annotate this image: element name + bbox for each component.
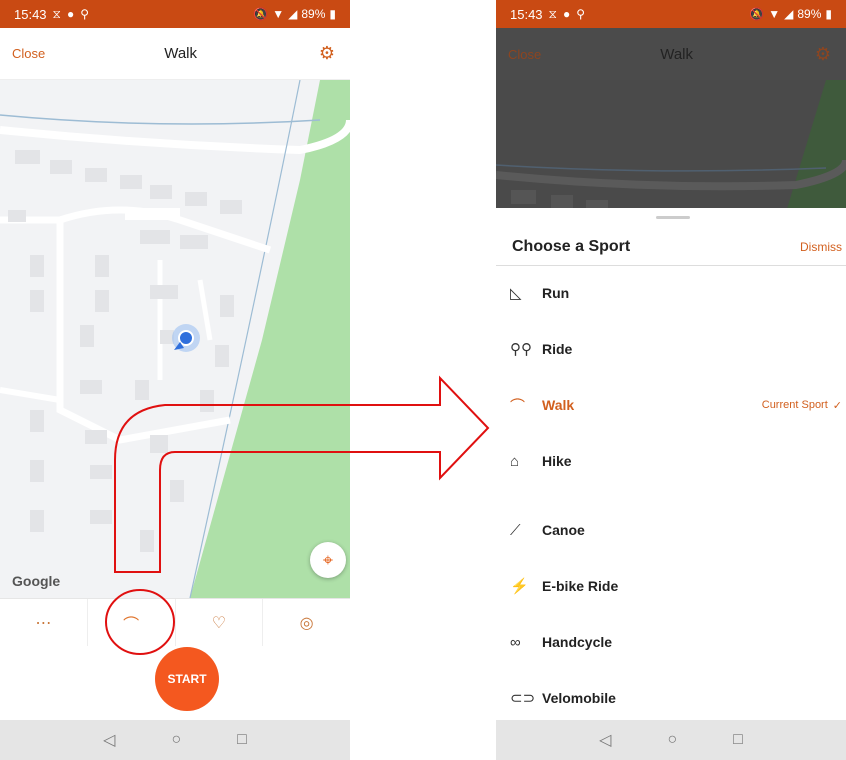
checkmark-icon: ✓ [832, 399, 842, 412]
sport-title: Walk [164, 45, 198, 62]
heart-rate-tab[interactable]: ♡ [176, 599, 264, 646]
android-nav-bar: ◁ ○ □ [496, 720, 846, 760]
dismiss-button[interactable]: Dismiss [800, 240, 842, 254]
sport-item-run[interactable]: ◺ Run [496, 273, 846, 313]
ebike-icon: ⚡ [510, 578, 529, 595]
record-screen: 15:43 ⧖ ● ⚲ 🔕 ▼ ◢ 89% ▮ Close Walk ⚙ Goo… [0, 0, 350, 760]
signal-icon: ◢ [288, 7, 298, 21]
close-button[interactable]: Close [12, 46, 45, 61]
current-sport-label: Current Sport [761, 399, 828, 411]
status-time: 15:43 [510, 6, 543, 22]
status-bar: 15:43 ⧖ ● ⚲ 🔕 ▼ ◢ 89% ▮ [496, 0, 846, 28]
map-graphics-dimmed [496, 80, 846, 212]
android-nav-bar: ◁ ○ □ [0, 720, 350, 760]
wifi-icon: ▼ [768, 7, 781, 21]
home-icon[interactable]: ○ [667, 731, 677, 749]
route-tab[interactable]: ⋯ [0, 599, 88, 646]
recents-icon[interactable]: □ [733, 731, 743, 749]
battery-icon: ▮ [825, 7, 832, 21]
choose-sport-sheet: Choose a Sport Dismiss ◺ Run ⚲⚲ Ride ⌒ W… [496, 208, 846, 720]
locate-me-button[interactable]: ⌖ [310, 542, 346, 578]
map-view-dimmed [496, 80, 846, 212]
route-icon: ⋯ [35, 614, 52, 632]
sport-label: Handcycle [542, 634, 613, 650]
shoe-icon: ◺ [510, 285, 522, 302]
wifi-icon: ▼ [272, 7, 285, 21]
sport-label: Velomobile [542, 690, 616, 706]
battery-level: 89% [301, 7, 326, 21]
sport-item-canoe[interactable]: ⟋ Canoe [496, 510, 846, 550]
walk-shoe-icon: ⌒ [510, 397, 526, 415]
sheet-grab-handle[interactable] [656, 216, 690, 219]
velomobile-icon: ⊂⊃ [510, 690, 536, 707]
sport-item-ebike-ride[interactable]: ⚡ E-bike Ride [496, 566, 846, 606]
location-pin-icon: ⚲ [576, 7, 586, 21]
status-bar: 15:43 ⧖ ● ⚲ 🔕 ▼ ◢ 89% ▮ [0, 0, 350, 28]
sport-label: Hike [542, 453, 572, 469]
map-graphics [0, 80, 350, 598]
sport-label: Walk [542, 397, 575, 413]
beacon-tab[interactable]: ◎ [263, 599, 350, 646]
boot-icon: ⌂ [510, 452, 520, 470]
handcycle-icon: ∞ [510, 633, 521, 651]
dimmed-background[interactable]: Close Walk ⚙ [496, 28, 846, 212]
start-button[interactable]: START [155, 647, 219, 711]
sport-label: Ride [542, 341, 573, 357]
hourglass-icon: ⧖ [52, 6, 61, 21]
sport-type-tab[interactable]: ⌒ [88, 599, 176, 646]
map-view[interactable]: Google ⌖ [0, 80, 350, 598]
crosshair-icon: ⌖ [322, 549, 334, 570]
location-dot [178, 330, 194, 346]
canoe-icon: ⟋ [510, 521, 521, 539]
status-time: 15:43 [14, 6, 47, 22]
back-icon[interactable]: ◁ [599, 730, 611, 750]
sport-title: Walk [660, 45, 694, 63]
back-icon[interactable]: ◁ [103, 730, 115, 750]
bike-icon: ⚲⚲ [510, 341, 532, 358]
walk-shoe-icon: ⌒ [123, 616, 140, 634]
location-pin-icon: ⚲ [80, 7, 90, 21]
signal-icon: ◢ [784, 7, 794, 21]
heart-icon: ♡ [211, 614, 227, 632]
sport-item-ride[interactable]: ⚲⚲ Ride [496, 329, 846, 369]
close-button: Close [508, 46, 542, 62]
record-tab-bar: ⋯ ⌒ ♡ ◎ [0, 598, 350, 646]
recents-icon[interactable]: □ [237, 731, 247, 749]
record-circle-icon: ● [66, 7, 75, 21]
home-icon[interactable]: ○ [171, 731, 181, 749]
mute-icon: 🔕 [749, 7, 765, 21]
settings-gear-icon[interactable]: ⚙ [316, 43, 338, 64]
settings-gear-icon: ⚙ [814, 43, 832, 64]
battery-level: 89% [797, 7, 822, 21]
sport-label: Canoe [542, 522, 585, 538]
sport-item-velomobile[interactable]: ⊂⊃ Velomobile [496, 678, 846, 718]
battery-icon: ▮ [329, 7, 336, 21]
choose-sport-screen: 15:43 ⧖ ● ⚲ 🔕 ▼ ◢ 89% ▮ Close Walk ⚙ Cho… [496, 0, 846, 760]
sheet-title: Choose a Sport [512, 237, 631, 255]
app-header: Close Walk ⚙ [0, 28, 350, 80]
sheet-header: Choose a Sport Dismiss [496, 228, 846, 266]
beacon-icon: ◎ [299, 614, 314, 632]
park-area [190, 80, 350, 598]
app-header-dimmed: Close Walk ⚙ [496, 28, 846, 80]
sport-item-handcycle[interactable]: ∞ Handcycle [496, 622, 846, 662]
mute-icon: 🔕 [253, 7, 269, 21]
sport-label: E-bike Ride [542, 578, 619, 594]
sport-item-walk[interactable]: ⌒ Walk Current Sport ✓ [496, 385, 846, 425]
sport-label: Run [542, 285, 570, 301]
sport-item-hike[interactable]: ⌂ Hike [496, 441, 846, 481]
google-logo: Google [12, 573, 61, 589]
record-circle-icon: ● [562, 7, 571, 21]
hourglass-icon: ⧖ [548, 6, 557, 21]
